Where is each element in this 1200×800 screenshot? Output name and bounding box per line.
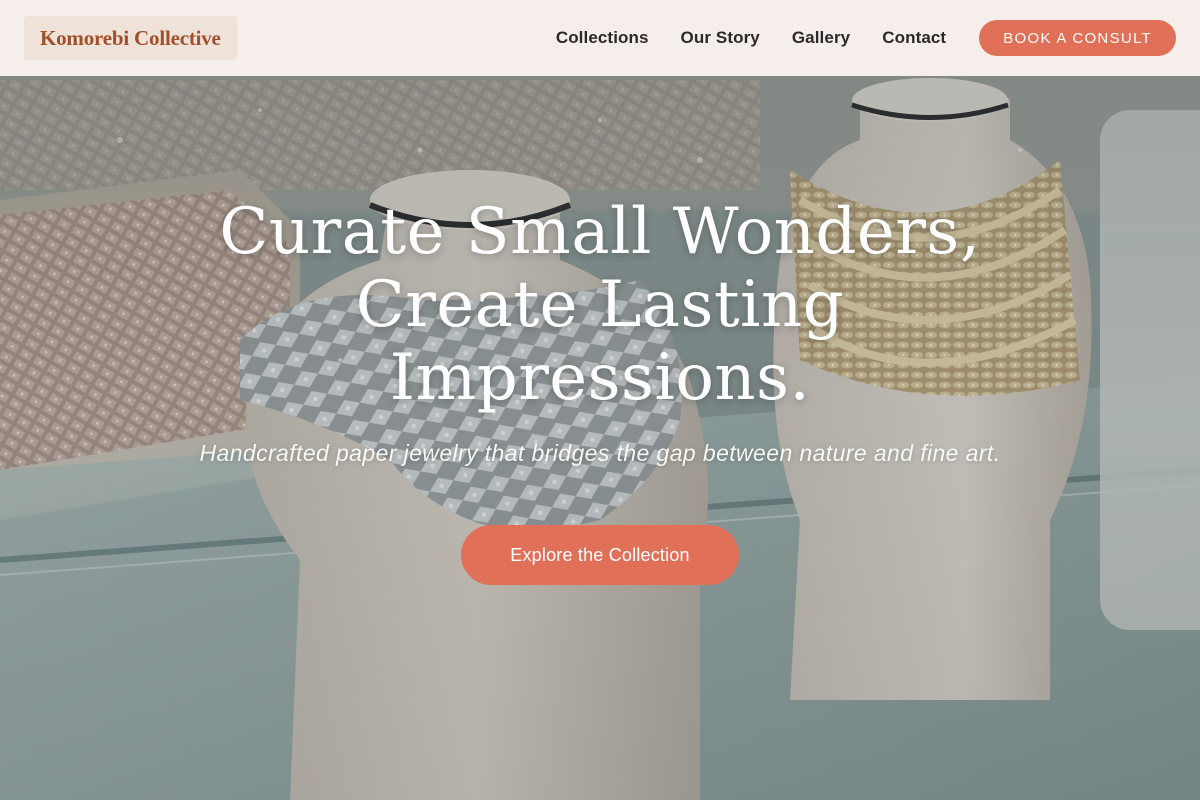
hero-title-line-1: Curate Small Wonders, (219, 195, 981, 269)
nav-link-our-story[interactable]: Our Story (681, 28, 760, 48)
explore-collection-button[interactable]: Explore the Collection (461, 525, 739, 585)
main-nav: Collections Our Story Gallery Contact BO… (556, 20, 1176, 56)
nav-link-collections[interactable]: Collections (556, 28, 649, 48)
brand-logo[interactable]: Komorebi Collective (24, 16, 237, 60)
nav-link-gallery[interactable]: Gallery (792, 28, 850, 48)
hero-section: Curate Small Wonders, Create Lasting Imp… (0, 196, 1200, 585)
page: Komorebi Collective Collections Our Stor… (0, 0, 1200, 800)
top-navbar: Komorebi Collective Collections Our Stor… (0, 0, 1200, 76)
brand-name: Komorebi Collective (40, 25, 221, 50)
hero-subtitle: Handcrafted paper jewelry that bridges t… (199, 440, 1001, 466)
book-consult-button[interactable]: BOOK A CONSULT (979, 20, 1176, 56)
hero-title: Curate Small Wonders, Create Lasting Imp… (150, 196, 1050, 415)
hero-title-line-3: Impressions. (389, 341, 811, 415)
nav-link-contact[interactable]: Contact (882, 28, 946, 48)
hero-title-line-2: Create Lasting (355, 268, 845, 342)
